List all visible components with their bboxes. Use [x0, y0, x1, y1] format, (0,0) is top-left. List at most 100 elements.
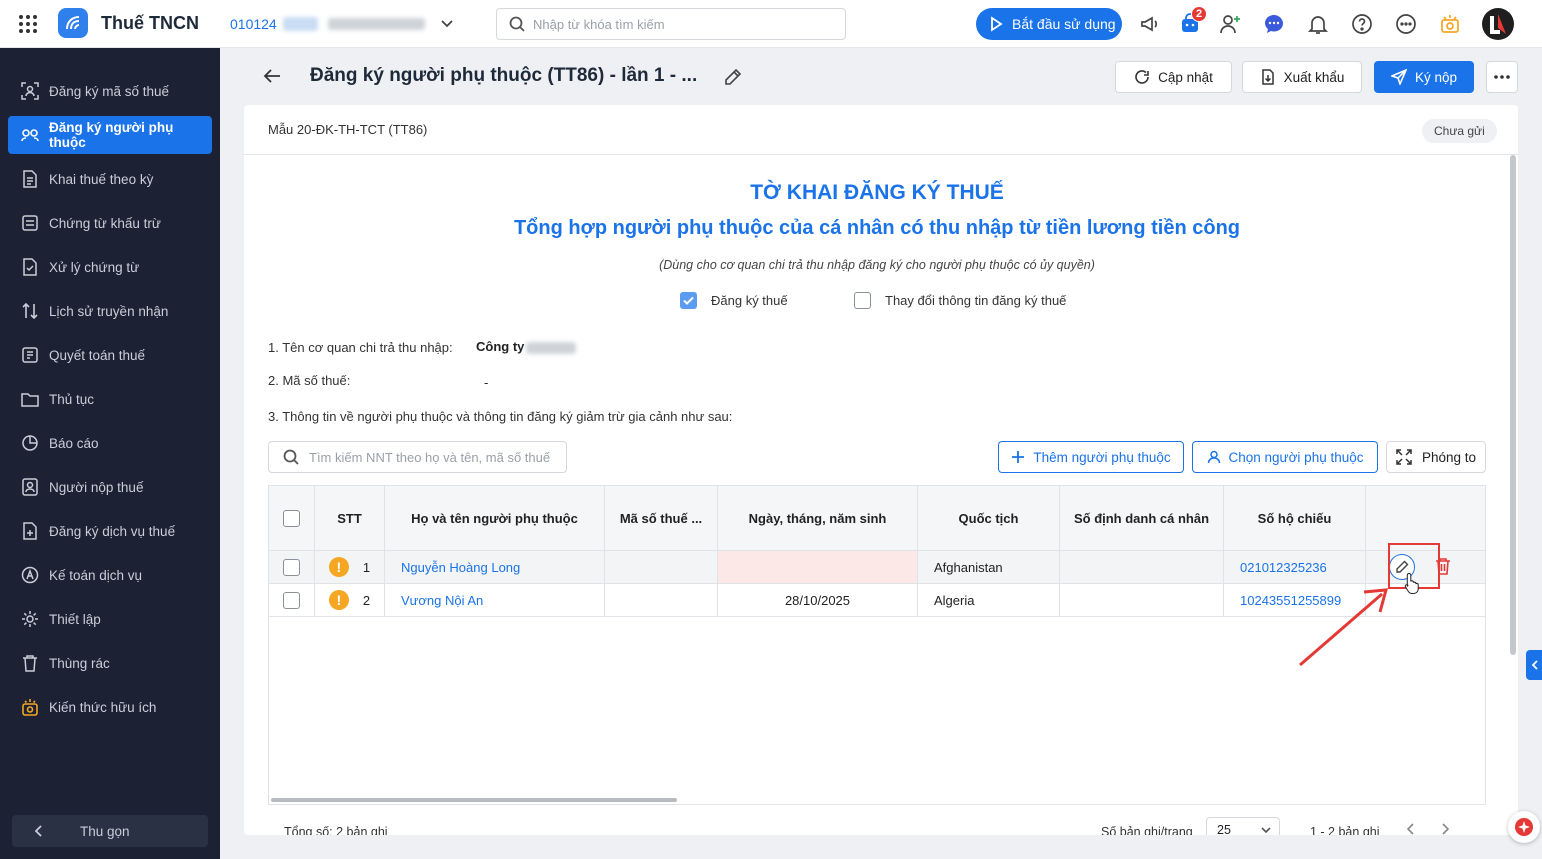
more-circle-icon[interactable]: [1394, 12, 1418, 36]
start-using-button[interactable]: Bắt đầu sử dụng: [976, 8, 1122, 40]
collapse-sidebar-button[interactable]: Thu gọn: [12, 815, 208, 847]
bulb-icon: [21, 698, 39, 716]
dob-cell-error: [718, 551, 918, 583]
blurred-tax-code: [282, 17, 318, 31]
row-checkbox[interactable]: [283, 591, 300, 609]
hand-cursor-icon: [1404, 572, 1420, 594]
scan-icon: [21, 82, 39, 100]
side-panel-toggle[interactable]: [1526, 650, 1542, 680]
sidebar-item-process-vouchers[interactable]: Xử lý chứng từ: [8, 248, 212, 286]
col-passport[interactable]: Số hộ chiếu: [1224, 486, 1366, 551]
next-page-icon[interactable]: [1442, 823, 1450, 835]
dependent-name-link[interactable]: Vương Nội An: [385, 584, 605, 616]
col-actions: [1366, 486, 1485, 551]
chevron-down-icon: [1261, 826, 1271, 834]
per-page-select[interactable]: 25: [1206, 817, 1280, 835]
sidebar-item-withholding-vouchers[interactable]: Chứng từ khấu trừ: [8, 204, 212, 242]
col-stt[interactable]: STT: [315, 486, 385, 551]
prev-page-icon[interactable]: [1406, 823, 1414, 835]
apps-grid-icon[interactable]: [18, 14, 38, 34]
choose-dependent-button[interactable]: Chọn người phụ thuộc: [1192, 441, 1378, 473]
warning-icon[interactable]: !: [328, 590, 349, 610]
row-checkbox[interactable]: [283, 558, 300, 576]
app-logo-icon: [58, 8, 88, 38]
sidebar-item-tax-settlement[interactable]: Quyết toán thuế: [8, 336, 212, 374]
vertical-scrollbar[interactable]: [1510, 155, 1516, 655]
sidebar-item-register-tax-code[interactable]: Đăng ký mã số thuế: [8, 72, 212, 110]
sidebar-item-procedures[interactable]: Thủ tục: [8, 380, 212, 418]
sidebar-item-trash[interactable]: Thùng rác: [8, 644, 212, 682]
help-icon[interactable]: [1350, 12, 1374, 36]
table-footer: Tổng số: 2 bản ghi Số bản ghi/trang 1 - …: [244, 817, 1510, 835]
company-selector[interactable]: 010124: [223, 10, 453, 38]
plus-icon: [1011, 450, 1025, 464]
choose-dependent-label: Chọn người phụ thuộc: [1228, 449, 1364, 465]
change-info-checkbox[interactable]: Thay đổi thông tin đăng ký thuế: [854, 292, 1066, 309]
col-tax-code[interactable]: Mã số thuế ...: [605, 486, 718, 551]
bell-icon[interactable]: [1306, 12, 1330, 36]
user-avatar[interactable]: [1482, 8, 1514, 40]
export-button[interactable]: Xuất khẩu: [1242, 61, 1362, 93]
total-records: Tổng số: 2 bản ghi: [284, 825, 388, 835]
chevron-left-icon: [34, 825, 42, 837]
chat-icon[interactable]: [1262, 12, 1286, 36]
collapse-label: Thu gọn: [80, 823, 130, 839]
form-code: Mẫu 20-ĐK-TH-TCT (TT86): [268, 122, 428, 137]
gear-icon: [21, 610, 39, 628]
assistant-fab-button[interactable]: [1508, 811, 1540, 843]
col-personal-id[interactable]: Số định danh cá nhân: [1060, 486, 1224, 551]
idea-icon[interactable]: [1438, 12, 1462, 36]
top-bar: Thuế TNCN 010124 Bắt đầu sử dụng 2: [0, 0, 1542, 48]
sidebar-item-label: Thùng rác: [49, 655, 110, 671]
sidebar-item-label: Khai thuế theo kỳ: [49, 171, 154, 187]
chevron-left-icon: [1531, 660, 1538, 670]
dependent-name-link[interactable]: Nguyễn Hoàng Long: [385, 551, 605, 583]
sidebar-item-label: Kế toán dịch vụ: [49, 567, 143, 583]
sidebar-item-reports[interactable]: Báo cáo: [8, 424, 212, 462]
voucher-icon: [21, 214, 39, 232]
stt-cell: ! 2: [315, 584, 385, 616]
annotation-arrow-icon: [1290, 580, 1400, 670]
sidebar-item-label: Kiến thức hữu ích: [49, 699, 157, 715]
sidebar-item-register-dependents[interactable]: Đăng ký người phụ thuộc: [8, 116, 212, 154]
add-user-icon[interactable]: [1218, 12, 1242, 36]
megaphone-icon[interactable]: [1138, 12, 1162, 36]
more-options-button[interactable]: [1486, 61, 1518, 93]
horizontal-scrollbar[interactable]: [271, 798, 677, 802]
checkbox-unchecked[interactable]: [854, 292, 871, 309]
checkbox-checked[interactable]: [680, 292, 697, 309]
sign-submit-button[interactable]: Ký nộp: [1374, 61, 1474, 93]
sidebar-item-periodic-declaration[interactable]: Khai thuế theo kỳ: [8, 160, 212, 198]
col-nationality[interactable]: Quốc tịch: [918, 486, 1060, 551]
col-dob[interactable]: Ngày, tháng, năm sinh: [718, 486, 918, 551]
cart-icon[interactable]: 2: [1178, 6, 1207, 36]
form-note: (Dùng cho cơ quan chi trả thu nhập đăng …: [659, 258, 1095, 272]
sidebar-item-service-accounting[interactable]: Kế toán dịch vụ: [8, 556, 212, 594]
global-search-input[interactable]: [533, 16, 823, 32]
folder-icon: [21, 390, 39, 408]
sidebar-item-settings[interactable]: Thiết lập: [8, 600, 212, 638]
sidebar-item-useful-knowledge[interactable]: Kiến thức hữu ích: [8, 688, 212, 726]
global-search[interactable]: [496, 8, 846, 40]
sidebar-item-transfer-history[interactable]: Lịch sử truyền nhận: [8, 292, 212, 330]
trash-icon: [21, 654, 39, 672]
warning-icon[interactable]: !: [328, 557, 349, 577]
dependent-search-input[interactable]: [309, 449, 559, 465]
sidebar-item-taxpayers[interactable]: Người nộp thuế: [8, 468, 212, 506]
card-header: Mẫu 20-ĐK-TH-TCT (TT86) Chưa gửi: [244, 105, 1518, 155]
add-dependent-button[interactable]: Thêm người phụ thuộc: [998, 441, 1184, 473]
sidebar-item-label: Lịch sử truyền nhận: [49, 303, 169, 319]
sidebar-item-label: Báo cáo: [49, 435, 99, 451]
sidebar-item-tax-service-registration[interactable]: Đăng ký dịch vụ thuế: [8, 512, 212, 550]
col-name[interactable]: Họ và tên người phụ thuộc: [385, 486, 605, 551]
back-arrow-icon[interactable]: [262, 66, 282, 86]
dependent-search[interactable]: [268, 441, 567, 473]
refresh-button[interactable]: Cập nhật: [1115, 61, 1232, 93]
register-tax-checkbox[interactable]: Đăng ký thuế: [680, 292, 788, 309]
edit-title-pencil-icon[interactable]: [724, 68, 742, 86]
chart-icon: [21, 434, 39, 452]
sidebar-item-label: Chứng từ khấu trừ: [49, 215, 161, 231]
maximize-button[interactable]: Phóng to: [1386, 441, 1486, 473]
refresh-icon: [1134, 69, 1150, 85]
select-all-checkbox[interactable]: [283, 510, 300, 527]
